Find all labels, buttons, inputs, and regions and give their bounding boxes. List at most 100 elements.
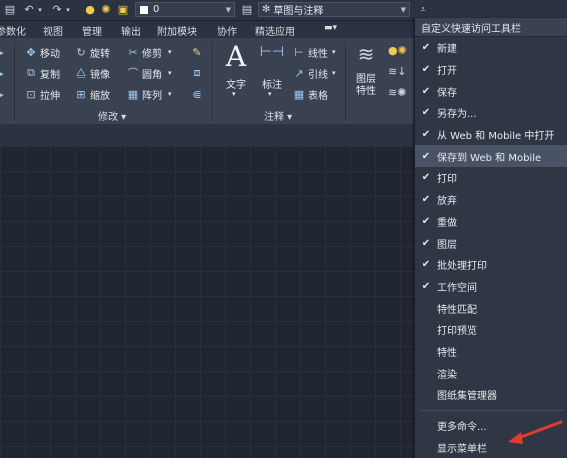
tab-output[interactable]: 输出 [121,23,141,38]
leader-button[interactable]: ↗ 引线 ▾ [292,65,336,81]
scale-button[interactable]: ⊞ 缩放 [74,86,110,102]
menu-item[interactable]: ✔ 从 Web 和 Mobile 中打开 [415,124,567,146]
dimension-icon[interactable]: ⊢⊣ [258,44,286,70]
menu-item-label: 更多命令... [437,422,487,434]
text-label[interactable]: 文字 [222,76,250,91]
explode-button[interactable]: ⧈ [190,65,206,81]
draw-partial-1: ▸ [0,45,4,59]
menu-item-label: 新建 [437,44,457,56]
rotate-button[interactable]: ↻ 旋转 [74,44,110,60]
layer-properties-button[interactable]: 图层 特性 [352,74,380,98]
menu-header: 自定义快速访问工具栏 [415,18,567,37]
menu-item[interactable]: ✔ 保存 [415,80,567,102]
scale-icon: ⊞ [76,87,86,101]
menu-separator [419,409,564,411]
plot-icon[interactable]: ▤ [240,2,254,17]
layer-dropdown[interactable]: 0 ▼ [135,2,235,17]
menu-item[interactable]: ✔ 打开 [415,59,567,81]
menu-item[interactable]: ✔ 保存到 Web 和 Mobile [415,145,567,168]
menu-item[interactable]: ✔ 打印 [415,167,567,189]
tab-featured-apps[interactable]: 精选应用 [255,23,295,38]
tab-parametric[interactable]: 参数化 [0,23,26,38]
stretch-button[interactable]: ⊡ 拉伸 [24,86,60,102]
redo-icon[interactable]: ↷ [50,2,64,17]
undo-icon[interactable]: ↶ [22,2,36,17]
linear-button[interactable]: ⊢ 线性 ▾ [292,44,336,60]
check-icon: ✔ [421,64,431,76]
annotation-panel-title[interactable]: 注释 ▾ [264,108,292,123]
linear-icon: ⊢ [294,45,304,59]
panel-divider [345,42,346,122]
layer-value: 0 [153,4,160,15]
chevron-down-icon: ▾ [332,48,336,56]
menu-item-label: 渲染 [437,369,457,381]
layer-color-swatch [140,5,148,14]
customize-qat-icon[interactable]: ⩡ [416,2,430,17]
layer-tool-icon[interactable]: ≋↓ [388,65,406,78]
menu-item-label: 图纸集管理器 [437,391,497,403]
tab-extra-icon[interactable]: ▬▾ [324,23,337,33]
menu-item[interactable]: ✔ 工作空间 [415,276,567,298]
chevron-down-icon: ▾ [232,90,236,98]
menu-item-label: 特性匹配 [437,304,477,316]
print-icon[interactable]: ▤ [3,2,17,17]
sun-icon[interactable]: ✺ [100,2,112,17]
menu-item-label: 从 Web 和 Mobile 中打开 [437,131,555,143]
fillet-button[interactable]: ⌒ 圆角 ▾ [126,65,172,81]
modify-panel-title[interactable]: 修改 ▾ [98,108,126,123]
chevron-down-icon: ▾ [332,69,336,77]
menu-item[interactable]: ✔ 批处理打印 [415,254,567,276]
panel-divider [212,42,213,122]
copy-label: 复制 [40,69,60,81]
array-label: 阵列 [142,90,162,102]
tab-view[interactable]: 视图 [43,23,63,38]
check-icon: ✔ [421,107,431,119]
move-button[interactable]: ✥ 移动 [24,44,60,60]
menu-item[interactable]: ✔ 另存为... [415,102,567,124]
scale-label: 缩放 [90,90,110,102]
layer-tool-icon-2[interactable]: ≋✺ [388,86,406,99]
layer-properties-icon[interactable]: ≋ [352,42,380,66]
table-button[interactable]: ▦ 表格 [292,86,328,102]
menu-item-label: 批处理打印 [437,261,487,273]
dimension-label[interactable]: 标注 [258,76,286,91]
chevron-down-icon: ▾ [168,48,172,56]
lock-icon[interactable]: ▣ [117,2,129,17]
check-icon: ✔ [421,150,431,162]
redo-dropdown-icon[interactable]: ▾ [64,2,72,17]
offset-button[interactable]: ⋐ [190,86,206,102]
menu-item-label: 显示菜单栏 [437,443,487,455]
workspace-dropdown[interactable]: ✻ 草图与注释 ▼ [258,2,410,17]
menu-item-label: 打印预览 [437,326,477,338]
menu-item-label: 打印 [437,174,457,186]
menu-item-label: 工作空间 [437,282,477,294]
bulb-icon[interactable]: ● [84,2,96,17]
menu-item[interactable]: 打印预览 [415,319,567,341]
check-icon: ✔ [421,85,431,97]
copy-button[interactable]: ⧉ 复制 [24,65,60,81]
mirror-button[interactable]: ⧋ 镜像 [74,65,110,81]
text-icon[interactable]: A [222,40,250,73]
menu-item[interactable]: ✔ 重做 [415,211,567,233]
workspace-label: 草图与注释 [273,6,324,17]
menu-items: ✔ 新建 ✔ 打开 ✔ 保存 ✔ 另存为... ✔ 从 Web 和 Mobile 中打开 ✔ 保存到 … [415,37,567,406]
move-label: 移动 [40,48,60,60]
tab-manage[interactable]: 管理 [82,23,102,38]
menu-item[interactable]: 图纸集管理器 [415,384,567,406]
menu-item[interactable]: 渲染 [415,362,567,384]
menu-item[interactable]: ✔ 图层 [415,232,567,254]
array-button[interactable]: ▦ 阵列 ▾ [126,86,172,102]
tab-collaborate[interactable]: 协作 [217,23,237,38]
draw-partial-2: ▸ [0,66,4,80]
menu-item[interactable]: ✔ 放弃 [415,189,567,211]
undo-dropdown-icon[interactable]: ▾ [36,2,44,17]
menu-item[interactable]: 特性 [415,341,567,363]
trim-button[interactable]: ✂ 修剪 ▾ [126,44,172,60]
tab-addins[interactable]: 附加模块 [157,23,197,38]
stretch-label: 拉伸 [40,90,60,102]
menu-item[interactable]: ✔ 新建 [415,37,567,59]
layer-state-icon[interactable]: ●✺ [388,44,407,57]
menu-item[interactable]: 特性匹配 [415,297,567,319]
table-icon: ▦ [293,87,305,101]
erase-button[interactable]: ✎ [190,44,206,60]
